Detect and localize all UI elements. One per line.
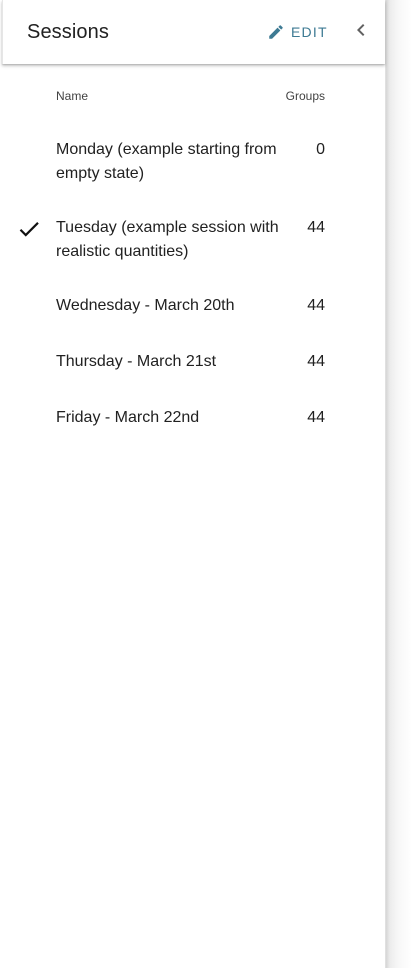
checkmark-icon bbox=[16, 216, 42, 242]
session-name: Monday (example starting from empty stat… bbox=[56, 141, 277, 182]
session-row-thursday[interactable]: Thursday - March 21st 44 bbox=[0, 350, 385, 380]
drawer-header: Sessions EDIT bbox=[2, 0, 385, 64]
session-name: Tuesday (example session with realistic … bbox=[56, 219, 279, 260]
session-name: Friday - March 22nd bbox=[56, 409, 200, 426]
session-groups-count: 44 bbox=[307, 353, 325, 370]
session-row-wednesday[interactable]: Wednesday - March 20th 44 bbox=[0, 294, 385, 324]
session-row-tuesday[interactable]: Tuesday (example session with realistic … bbox=[0, 216, 385, 270]
edit-button[interactable]: EDIT bbox=[261, 17, 334, 47]
session-groups-count: 44 bbox=[307, 409, 325, 426]
drawer-shadow-gutter bbox=[386, 0, 420, 968]
session-name: Wednesday - March 20th bbox=[56, 297, 235, 314]
page: Sessions EDIT Name Groups Monday (exampl… bbox=[0, 0, 420, 968]
session-row-friday[interactable]: Friday - March 22nd 44 bbox=[0, 406, 385, 436]
session-name: Thursday - March 21st bbox=[56, 353, 217, 370]
session-groups-count: 0 bbox=[316, 141, 325, 158]
sessions-drawer: Sessions EDIT Name Groups Monday (exampl… bbox=[0, 0, 386, 968]
session-groups-count: 44 bbox=[307, 219, 325, 236]
chevron-left-icon bbox=[349, 18, 373, 47]
edit-label: EDIT bbox=[291, 24, 328, 40]
pencil-icon bbox=[267, 23, 285, 41]
column-header-name: Name bbox=[56, 89, 89, 103]
session-groups-count: 44 bbox=[307, 297, 325, 314]
page-title: Sessions bbox=[27, 21, 109, 43]
collapse-drawer-button[interactable] bbox=[347, 18, 375, 46]
column-header-groups: Groups bbox=[285, 89, 325, 103]
session-row-monday[interactable]: Monday (example starting from empty stat… bbox=[0, 138, 385, 192]
